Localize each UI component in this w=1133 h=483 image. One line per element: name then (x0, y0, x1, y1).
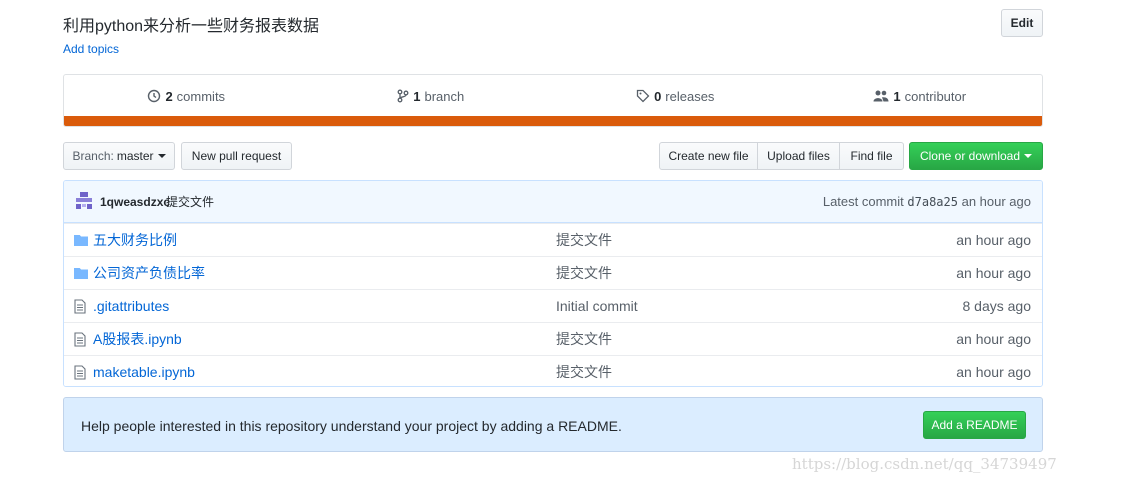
folder-icon (74, 268, 88, 279)
find-file-button[interactable]: Find file (840, 142, 904, 170)
contributors-count: 1 (893, 88, 901, 104)
file-icon (74, 299, 86, 314)
caret-down-icon (1024, 154, 1033, 158)
commits-label: commits (176, 88, 226, 104)
file-row: 公司资产负债比率 提交文件 an hour ago (64, 256, 1042, 289)
commit-message[interactable]: 提交文件 (166, 193, 214, 210)
history-icon (148, 89, 161, 103)
file-age: 8 days ago (962, 298, 1032, 314)
readme-prompt: Help people interested in this repositor… (63, 397, 1043, 452)
branch-prefix: Branch: (72, 149, 114, 163)
latest-commit-label: Latest commit (822, 194, 904, 209)
file-name-link[interactable]: maketable.ipynb (93, 364, 195, 380)
tag-icon (636, 89, 650, 103)
file-row: maketable.ipynb 提交文件 an hour ago (64, 355, 1042, 386)
commit-author-link[interactable]: 1qweasdzxc (100, 195, 170, 209)
file-icon (74, 365, 86, 380)
clone-or-download-button[interactable]: Clone or download (909, 142, 1043, 170)
releases-label: releases (665, 88, 715, 104)
contributors-label: contributor (904, 88, 967, 104)
summary-row: 2 commits 1 branch 0 releases 1 contribu… (64, 75, 1042, 117)
avatar[interactable] (74, 191, 94, 211)
watermark: https://blog.csdn.net/qq_34739497 (792, 455, 1057, 473)
add-topics-link[interactable]: Add topics (63, 42, 119, 56)
branch-name: master (116, 149, 154, 163)
file-commit-message[interactable]: 提交文件 (556, 230, 612, 250)
repo-summary-bar: 2 commits 1 branch 0 releases 1 contribu… (63, 74, 1043, 127)
new-pull-request-button[interactable]: New pull request (181, 142, 292, 170)
contributors-link[interactable]: 1 contributor (798, 75, 1043, 117)
edit-button[interactable]: Edit (1001, 9, 1043, 37)
branch-select-button[interactable]: Branch: master (63, 142, 175, 170)
create-new-file-button[interactable]: Create new file (659, 142, 758, 170)
commits-count: 2 (165, 88, 173, 104)
repository-page: 利用python来分析一些财务报表数据 Add topics Edit 2 co… (0, 0, 1133, 483)
caret-down-icon (157, 154, 166, 158)
upload-files-button[interactable]: Upload files (758, 142, 840, 170)
folder-icon (74, 235, 88, 246)
file-name-link[interactable]: .gitattributes (93, 298, 169, 314)
releases-link[interactable]: 0 releases (553, 75, 798, 117)
file-age: an hour ago (956, 364, 1031, 380)
commits-link[interactable]: 2 commits (64, 75, 309, 117)
file-commit-message[interactable]: 提交文件 (556, 362, 612, 382)
file-row: A股报表.ipynb 提交文件 an hour ago (64, 322, 1042, 355)
file-row: 五大财务比例 提交文件 an hour ago (64, 223, 1042, 256)
branches-count: 1 (413, 88, 421, 104)
branches-label: branch (424, 88, 465, 104)
file-name-link[interactable]: 五大财务比例 (93, 230, 177, 250)
latest-commit-bar: 1qweasdzxc 提交文件 Latest commit d7a8a25 an… (64, 181, 1042, 223)
file-commit-message[interactable]: Initial commit (556, 298, 638, 314)
file-row: .gitattributes Initial commit 8 days ago (64, 289, 1042, 322)
repo-description: 利用python来分析一些财务报表数据 (63, 18, 320, 35)
language-bar[interactable] (64, 116, 1042, 126)
file-table: 1qweasdzxc 提交文件 Latest commit d7a8a25 an… (63, 180, 1043, 387)
file-commit-message[interactable]: 提交文件 (556, 329, 612, 349)
commit-age: an hour ago (961, 194, 1031, 209)
commit-sha-link[interactable]: d7a8a25 (907, 195, 958, 209)
readme-prompt-text: Help people interested in this repositor… (81, 418, 622, 434)
releases-count: 0 (654, 88, 662, 104)
file-age: an hour ago (956, 265, 1031, 281)
file-age: an hour ago (956, 232, 1031, 248)
file-commit-message[interactable]: 提交文件 (556, 263, 612, 283)
branch-icon (397, 89, 409, 103)
people-icon (873, 90, 889, 102)
file-name-link[interactable]: A股报表.ipynb (93, 329, 182, 349)
file-age: an hour ago (956, 331, 1031, 347)
clone-or-download-label: Clone or download (919, 149, 1021, 163)
file-icon (74, 332, 86, 347)
branches-link[interactable]: 1 branch (309, 75, 554, 117)
latest-commit-meta: Latest commit d7a8a25 an hour ago (823, 194, 1031, 209)
file-name-link[interactable]: 公司资产负债比率 (93, 263, 205, 283)
add-readme-button[interactable]: Add a README (923, 411, 1026, 439)
